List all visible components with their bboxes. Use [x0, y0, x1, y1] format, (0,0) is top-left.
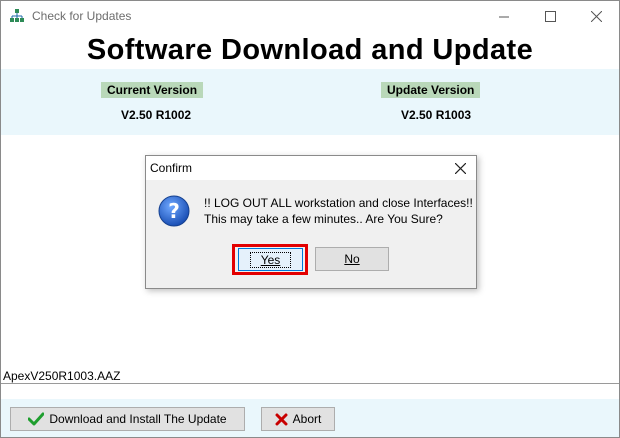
banner: Software Download and Update	[1, 31, 619, 69]
update-version-label: Update Version	[381, 82, 481, 98]
dialog-title: Confirm	[150, 161, 193, 175]
minimize-button[interactable]	[481, 1, 527, 31]
update-version-value: V2.50 R1003	[401, 108, 472, 122]
dialog-close-button[interactable]	[450, 158, 470, 178]
download-install-button[interactable]: Download and Install The Update	[10, 407, 245, 431]
green-check-icon	[28, 412, 45, 426]
current-version-label: Current Version	[101, 82, 204, 98]
no-button[interactable]: No	[315, 247, 389, 271]
file-name: ApexV250R1003.AAZ	[3, 369, 121, 383]
page-title: Software Download and Update	[86, 34, 534, 66]
network-tree-icon	[9, 8, 25, 24]
svg-text:?: ?	[168, 199, 180, 223]
yes-button[interactable]: Yes	[238, 248, 303, 271]
title-bar: Check for Updates	[1, 1, 619, 31]
dialog-title-bar: Confirm	[146, 156, 476, 180]
red-x-icon	[275, 413, 288, 426]
confirm-dialog: Confirm ? !! LOG OUT ALL workstation and…	[145, 155, 477, 289]
window-title: Check for Updates	[32, 9, 132, 23]
maximize-button[interactable]	[527, 1, 573, 31]
dialog-message-line2: This may take a few minutes.. Are You Su…	[204, 212, 443, 226]
update-window: Check for Updates Software Download and …	[0, 0, 620, 438]
dialog-message-line1: !! LOG OUT ALL workstation and close Int…	[204, 196, 473, 210]
download-install-label: Download and Install The Update	[49, 412, 227, 426]
no-label: No	[344, 252, 360, 266]
abort-label: Abort	[292, 412, 322, 426]
question-icon: ?	[158, 195, 190, 227]
current-version-value: V2.50 R1002	[121, 108, 192, 122]
version-panel: Current Version V2.50 R1002 Update Versi…	[1, 69, 619, 135]
divider	[1, 383, 619, 384]
yes-label: Yes	[249, 251, 292, 268]
close-button[interactable]	[573, 1, 619, 31]
abort-button[interactable]: Abort	[261, 407, 335, 431]
